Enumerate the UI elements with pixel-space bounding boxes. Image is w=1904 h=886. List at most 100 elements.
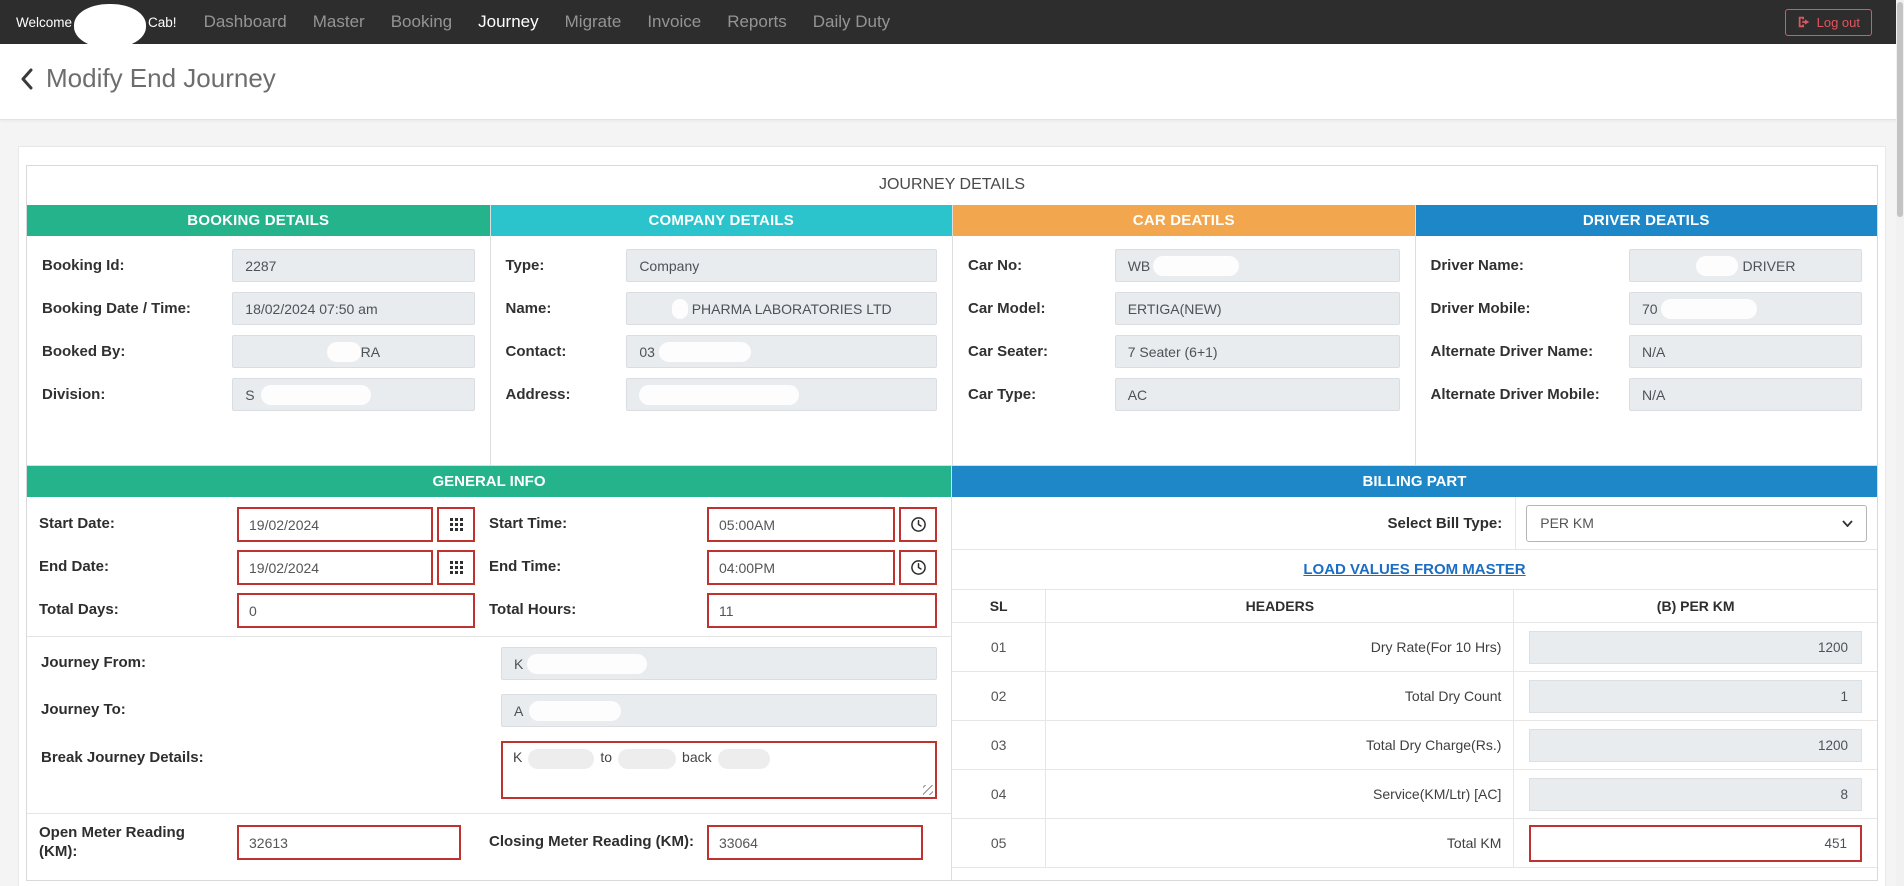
total-hours-input[interactable]: 11 (707, 593, 937, 628)
total-dry-count-value: 1 (1529, 679, 1862, 713)
calendar-grid-icon (449, 518, 463, 531)
end-date-calendar-button[interactable] (437, 550, 475, 585)
redaction-blob (1660, 298, 1757, 319)
field-company-address: Address: (491, 378, 953, 411)
logout-button[interactable]: Log out (1784, 8, 1872, 36)
end-date-input[interactable]: 19/02/2024 (237, 550, 433, 585)
redaction-blob (618, 749, 677, 769)
field-alt-driver-name: Alternate Driver Name: N/A (1416, 335, 1878, 368)
back-button[interactable] (20, 68, 34, 90)
main-content: JOURNEY DETAILS BOOKING DETAILS Booking … (0, 120, 1904, 886)
booking-details-header: BOOKING DETAILS (27, 205, 490, 236)
field-alt-driver-mobile: Alternate Driver Mobile: N/A (1416, 378, 1878, 411)
table-row: 02 Total Dry Count 1 (952, 672, 1877, 721)
closing-meter-input[interactable]: 33064 (707, 825, 923, 861)
billing-header: BILLING PART (952, 466, 1877, 497)
journey-from-value: K (501, 647, 937, 680)
total-km-input[interactable]: 451 (1529, 824, 1862, 862)
clock-icon (910, 560, 926, 575)
journey-from-row: Journey From: K (27, 636, 951, 687)
company-contact-value: 03 (626, 335, 937, 368)
scrollbar-thumb[interactable] (1897, 2, 1903, 217)
nav-item-migrate[interactable]: Migrate (552, 3, 635, 41)
meter-row: Open Meter Reading (KM): 32613 Closing M… (27, 813, 951, 866)
nav-menu: Dashboard Master Booking Journey Migrate… (191, 3, 904, 41)
end-time-clock-button[interactable] (899, 550, 937, 585)
end-row: End Date: 19/02/2024 End Time: 04:00PM (27, 546, 951, 589)
col-headers: HEADERS (1046, 590, 1515, 622)
vertical-scrollbar[interactable] (1896, 0, 1904, 886)
page-header: Modify End Journey (0, 44, 1904, 120)
welcome-suffix: Cab! (148, 14, 177, 30)
top-nav: Welcome Cab! Dashboard Master Booking Jo… (0, 0, 1904, 48)
break-journey-row: Break Journey Details: K to back (27, 734, 951, 811)
chevron-down-icon (1842, 519, 1853, 527)
back-chevron-icon (21, 68, 33, 89)
division-value: S (232, 378, 475, 411)
totals-row: Total Days: 0 Total Hours: 11 (27, 589, 951, 632)
booking-details-panel: BOOKING DETAILS Booking Id: 2287 Booking… (27, 205, 490, 465)
booking-id-value: 2287 (232, 249, 475, 282)
field-booked-by: Booked By: RA (27, 335, 490, 368)
bill-type-row: Select Bill Type: PER KM (952, 497, 1877, 550)
redaction-blob (528, 749, 595, 769)
nav-item-journey[interactable]: Journey (465, 3, 551, 41)
billing-table-header: SL HEADERS (B) PER KM (952, 590, 1877, 623)
booking-datetime-value: 18/02/2024 07:50 am (232, 292, 475, 325)
logout-icon (1798, 16, 1809, 28)
load-values-row: LOAD VALUES FROM MASTER (952, 550, 1877, 590)
start-date-input[interactable]: 19/02/2024 (237, 507, 433, 542)
bill-type-label: Select Bill Type: (952, 497, 1517, 549)
car-model-value: ERTIGA(NEW) (1114, 292, 1400, 325)
field-driver-mobile: Driver Mobile: 70 (1416, 292, 1878, 325)
nav-item-invoice[interactable]: Invoice (634, 3, 714, 41)
car-details-header: CAR DEATILS (953, 205, 1415, 236)
redaction-blob (1695, 255, 1738, 276)
field-car-type: Car Type: AC (953, 378, 1415, 411)
bill-type-select[interactable]: PER KM (1526, 504, 1867, 542)
redaction-blob (717, 749, 770, 769)
start-time-input[interactable]: 05:00AM (707, 507, 895, 542)
nav-item-reports[interactable]: Reports (714, 3, 800, 41)
load-values-from-master-link[interactable]: LOAD VALUES FROM MASTER (1303, 561, 1525, 578)
break-journey-textarea[interactable]: K to back (501, 741, 937, 799)
nav-item-daily-duty[interactable]: Daily Duty (800, 3, 903, 41)
table-row: 03 Total Dry Charge(Rs.) 1200 (952, 721, 1877, 770)
car-seater-value: 7 Seater (6+1) (1114, 335, 1400, 368)
field-booking-id: Booking Id: 2287 (27, 249, 490, 282)
field-car-seater: Car Seater: 7 Seater (6+1) (953, 335, 1415, 368)
alt-driver-mobile-value: N/A (1628, 378, 1862, 411)
nav-item-booking[interactable]: Booking (378, 3, 465, 41)
start-date-calendar-button[interactable] (437, 507, 475, 542)
car-no-value: WB (1114, 249, 1400, 282)
info-panels: BOOKING DETAILS Booking Id: 2287 Booking… (27, 205, 1877, 465)
redaction-blob (639, 384, 800, 405)
journey-to-row: Journey To: A (27, 687, 951, 734)
nav-item-dashboard[interactable]: Dashboard (191, 3, 300, 41)
table-row: 05 Total KM 451 (952, 819, 1877, 868)
field-company-name: Name: PHARMA LABORATORIES LTD (491, 292, 953, 325)
car-type-value: AC (1114, 378, 1400, 411)
total-dry-charge-value: 1200 (1529, 728, 1862, 762)
redaction-blob (529, 700, 622, 721)
total-days-input[interactable]: 0 (237, 593, 475, 628)
journey-to-value: A (501, 694, 937, 727)
nav-item-master[interactable]: Master (300, 3, 378, 41)
billing-section: BILLING PART Select Bill Type: PER KM LO… (952, 466, 1877, 880)
end-time-input[interactable]: 04:00PM (707, 550, 895, 585)
dry-rate-value: 1200 (1529, 630, 1862, 664)
driver-details-header: DRIVER DEATILS (1415, 205, 1877, 236)
col-per-km: (B) PER KM (1656, 598, 1735, 614)
open-meter-input[interactable]: 32613 (237, 825, 461, 861)
redaction-blob (658, 341, 751, 362)
redaction-blob (671, 298, 688, 319)
journey-details-title: JOURNEY DETAILS (878, 176, 1026, 193)
car-details-panel: CAR DEATILS Car No: WB Car Model: ERTIGA… (952, 205, 1415, 465)
redaction-blob (260, 384, 371, 405)
redaction-blob (527, 653, 648, 674)
start-time-clock-button[interactable] (899, 507, 937, 542)
start-row: Start Date: 19/02/2024 Start Time: 05:00… (27, 497, 951, 546)
redaction-blob (326, 341, 361, 362)
redaction-blob (1153, 255, 1240, 276)
service-km-ltr-value: 8 (1529, 777, 1862, 811)
